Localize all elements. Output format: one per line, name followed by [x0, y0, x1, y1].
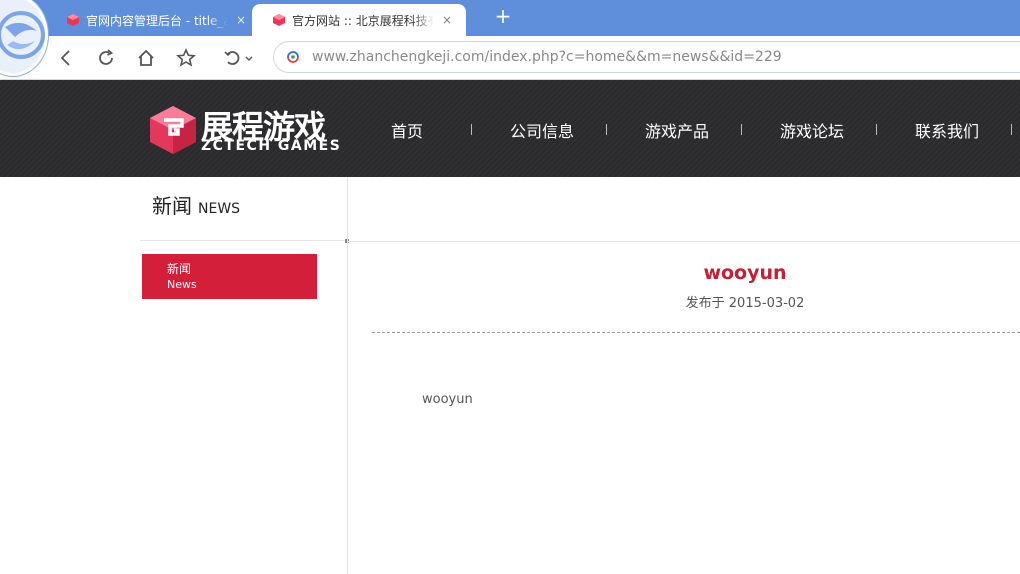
undo-icon[interactable]: [222, 46, 256, 70]
sidebar-item-label-cn: 新闻: [167, 262, 192, 276]
column-divider: [347, 177, 348, 574]
nav-item-home[interactable]: 首页: [391, 118, 423, 142]
tab-favicon-icon: [67, 14, 79, 26]
sidebar-title: 新闻 NEWS: [152, 190, 240, 219]
tab-admin[interactable]: 官网内容管理后台 - title_a ×: [48, 4, 260, 36]
browser-toolbar: www.zhanchengkeji.com/index.php?c=home&&…: [0, 36, 1020, 80]
sidebar-item-news[interactable]: 新闻 News: [142, 254, 317, 299]
nav-separator: [741, 124, 742, 135]
nav-item-company[interactable]: 公司信息: [510, 118, 574, 142]
address-path: /index.php?c=home&&m=news&&id=229: [484, 49, 782, 65]
site-header: 展程游戏 ZCTECH GAMES 首页 公司信息 游戏产品 游戏论坛 联系我们: [0, 80, 1020, 177]
nav-separator: [606, 124, 607, 135]
tab-title: 官方网站 :: 北京展程科技有: [292, 13, 434, 28]
address-url[interactable]: www.zhanchengkeji.com/index.php?c=home&&…: [312, 49, 782, 65]
tab-title: 官网内容管理后台 - title_a: [86, 13, 228, 28]
tab-website[interactable]: 官方网站 :: 北京展程科技有 ×: [252, 4, 466, 36]
logo-cube-icon: [150, 106, 196, 154]
address-host: www.zhanchengkeji.com: [312, 49, 485, 65]
nav-item-contact[interactable]: 联系我们: [915, 118, 979, 142]
tab-bar: 官网内容管理后台 - title_a × 官方网站 :: 北京展程科技有 × +: [0, 0, 1020, 76]
tab-close-icon[interactable]: ×: [236, 13, 246, 27]
home-icon[interactable]: [134, 46, 158, 70]
tab-close-icon[interactable]: ×: [442, 13, 452, 27]
sidebar-title-cn: 新闻: [152, 194, 192, 218]
article-date: 发布于 2015-03-02: [685, 296, 805, 311]
sidebar-divider: [140, 240, 348, 241]
article-divider: [372, 332, 1020, 333]
nav-separator: [1011, 124, 1012, 135]
nav-separator: [471, 124, 472, 135]
article-body: wooyun: [422, 392, 473, 407]
article-title: wooyun: [703, 262, 787, 284]
nav-separator: [876, 124, 877, 135]
nav-item-products[interactable]: 游戏产品: [645, 118, 709, 142]
address-bar[interactable]: www.zhanchengkeji.com/index.php?c=home&&…: [273, 41, 1020, 73]
sidebar-title-en: NEWS: [198, 201, 241, 217]
site-logo[interactable]: 展程游戏 ZCTECH GAMES: [148, 104, 343, 156]
back-icon[interactable]: [54, 46, 78, 70]
logo-text-en: ZCTECH GAMES: [201, 138, 342, 154]
star-icon[interactable]: [174, 46, 198, 70]
new-tab-button[interactable]: +: [492, 5, 514, 27]
site-security-icon: [287, 51, 299, 63]
tab-favicon-icon: [273, 14, 285, 26]
main-divider: [348, 241, 1020, 242]
nav-item-forum[interactable]: 游戏论坛: [780, 118, 844, 142]
sidebar-item-label-en: News: [167, 278, 197, 291]
refresh-icon[interactable]: [94, 46, 118, 70]
